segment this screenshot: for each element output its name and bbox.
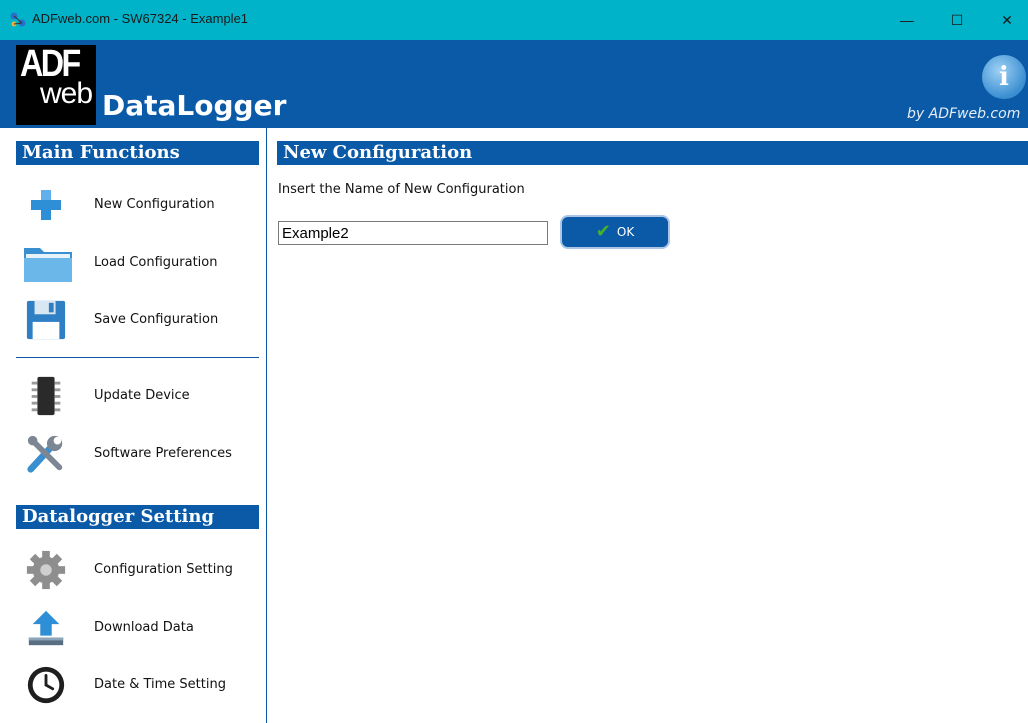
app-icon [10,12,26,27]
menu-load-configuration-label: Load Configuration [94,255,218,270]
menu-configuration-setting[interactable]: Configuration Setting [16,545,259,595]
menu-download-data[interactable]: Download Data [16,603,259,653]
sidebar-divider [266,128,267,723]
adfweb-logo: ADF web [16,43,96,125]
folder-icon [24,248,72,282]
menu-update-device-label: Update Device [94,388,190,403]
sidebar-separator [16,357,259,358]
menu-date-time-setting-label: Date & Time Setting [94,677,226,692]
menu-new-configuration[interactable]: New Configuration [16,180,259,230]
datalogger-setting-header: Datalogger Setting [16,505,259,529]
logo-web-text: web [40,77,93,110]
ok-button[interactable]: ✔ OK [560,215,670,249]
chip-icon [31,376,61,416]
close-button[interactable]: ✕ [984,0,1028,40]
checkmark-icon: ✔ [595,221,611,242]
ok-button-label: OK [616,225,635,239]
menu-update-device[interactable]: Update Device [16,371,259,421]
menu-save-configuration-label: Save Configuration [94,312,219,327]
menu-date-time-setting[interactable]: Date & Time Setting [16,660,259,710]
menu-load-configuration[interactable]: Load Configuration [16,238,259,288]
main-functions-header: Main Functions [16,141,259,165]
clock-icon [27,666,65,704]
menu-configuration-setting-label: Configuration Setting [94,562,233,577]
menu-download-data-label: Download Data [94,620,194,635]
page-title: New Configuration [277,141,1028,165]
menu-new-configuration-label: New Configuration [94,197,215,212]
maximize-button[interactable]: ☐ [934,0,980,40]
menu-software-preferences[interactable]: Software Preferences [16,429,259,479]
minimize-button[interactable]: — [884,0,930,40]
title-bar: ADFweb.com - SW67324 - Example1 — ☐ ✕ [0,0,1028,40]
product-name: DataLogger [102,89,287,122]
config-name-input[interactable] [278,221,548,245]
menu-software-preferences-label: Software Preferences [94,446,232,461]
info-icon[interactable]: i [982,55,1026,99]
floppy-icon [26,300,66,340]
window-title: ADFweb.com - SW67324 - Example1 [32,11,249,26]
menu-save-configuration[interactable]: Save Configuration [16,295,259,345]
app-header: ADF web DataLogger i by ADFweb.com [0,40,1028,128]
config-name-prompt: Insert the Name of New Configuration [278,182,525,197]
download-icon [28,610,64,646]
plus-icon [31,190,61,220]
byline: by ADFweb.com [907,106,1021,122]
gear-icon [26,550,66,590]
tools-icon [27,435,63,473]
